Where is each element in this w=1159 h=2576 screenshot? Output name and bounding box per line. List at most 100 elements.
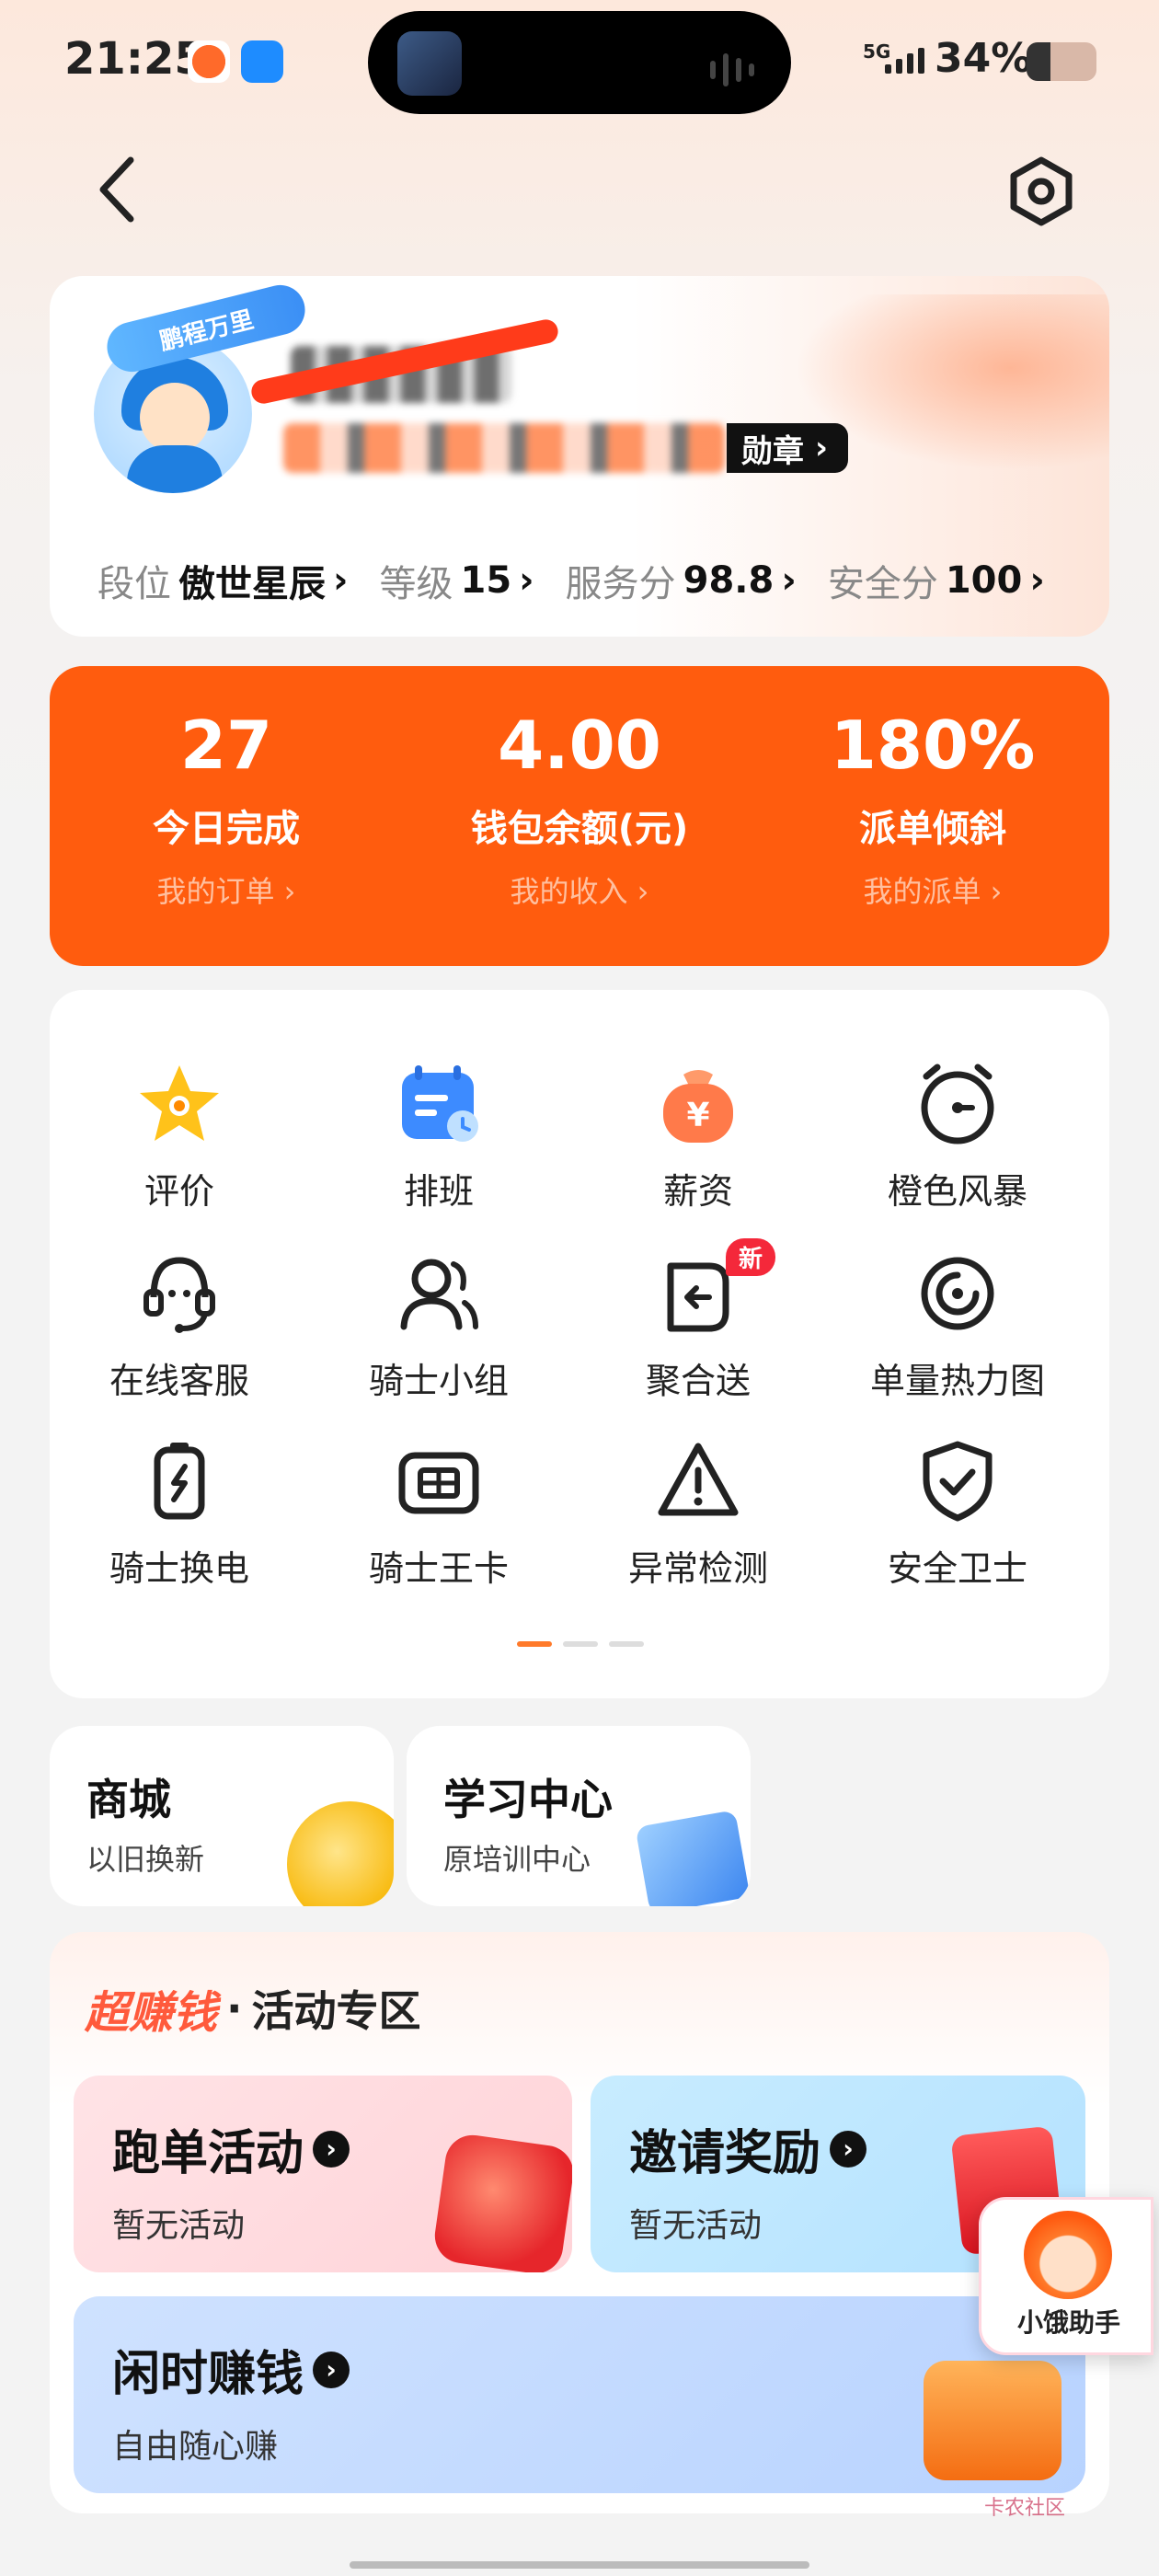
assistant-label: 小饿助手: [1016, 2307, 1120, 2338]
stat-safety-score[interactable]: 安全分 100 ›: [828, 554, 1045, 607]
medal-button[interactable]: 勋章 ›: [727, 423, 849, 473]
battery-icon: [1027, 42, 1096, 81]
signal-icon: [885, 48, 924, 74]
tool-label: 橙色风暴: [887, 1171, 1027, 1212]
redacted-subtitle: [283, 423, 725, 473]
battery-percent: 34%: [935, 35, 1032, 82]
tools-grid: 评价 排班 ¥ 薪资 橙色风暴 在线客服 骑士小组 新 聚合送 单量热力图 骑士…: [50, 990, 1109, 1698]
chevron-right-icon: ›: [1029, 559, 1045, 602]
chevron-right-icon: ›: [781, 559, 797, 602]
home-indicator[interactable]: [350, 2561, 809, 2569]
settings-button[interactable]: [1004, 155, 1078, 228]
summary-link[interactable]: 我的派单 ›: [756, 868, 1109, 911]
coin-icon: [287, 1801, 394, 1906]
assistant-avatar-icon: [1024, 2211, 1112, 2299]
tool-orange-storm[interactable]: 橙色风暴: [828, 1045, 1087, 1220]
tool-label: 评价: [143, 1171, 214, 1212]
tool-label: 骑士王卡: [368, 1548, 509, 1589]
stat-label: 安全分: [827, 563, 938, 605]
calendar-icon: [393, 1058, 485, 1150]
summary-dispatch-boost[interactable]: 180% 派单倾斜 我的派单 ›: [756, 666, 1109, 966]
tool-knight-card[interactable]: 骑士王卡: [309, 1422, 568, 1597]
medal-label: 勋章: [741, 432, 804, 470]
watermark: 卡农社区: [984, 2497, 1066, 2520]
activity-subtitle: 暂无活动: [112, 2207, 246, 2245]
page-indicator: [517, 1641, 644, 1647]
wallet-icon: [924, 2361, 1061, 2480]
summary-label: 钱包余额(元): [470, 808, 689, 850]
tool-label: 单量热力图: [869, 1361, 1045, 1401]
activity-header: 超赚钱 · 活动专区: [85, 1976, 421, 2041]
summary-link[interactable]: 我的订单 ›: [50, 868, 403, 911]
stat-level[interactable]: 等级 15 ›: [379, 554, 534, 607]
chevron-right-icon: ›: [815, 430, 829, 466]
summary-today-completed[interactable]: 27 今日完成 我的订单 ›: [50, 666, 403, 966]
activity-subtitle: 暂无活动: [629, 2207, 763, 2245]
tool-label: 骑士小组: [368, 1361, 509, 1401]
tool-rating[interactable]: 评价: [50, 1045, 309, 1220]
activity-subtitle: 自由随心赚: [112, 2428, 279, 2466]
activity-zone-label: 活动专区: [251, 1986, 421, 2036]
activity-title: 闲时赚钱: [112, 2347, 304, 2402]
red-bag-icon: [430, 2131, 572, 2272]
tool-customer-service[interactable]: 在线客服: [50, 1235, 309, 1409]
book-icon: [635, 1810, 751, 1906]
star-icon: [133, 1058, 225, 1150]
sim-card-icon: [393, 1435, 485, 1527]
activity-run-orders[interactable]: 跑单活动 › 暂无活动: [74, 2076, 572, 2272]
alarm-clock-icon: [912, 1058, 1004, 1150]
profile-card[interactable]: 鹏程万里 勋章 › 段位 傲世星辰 › 等级 15 › 服务分 98.8 › 安…: [50, 276, 1109, 637]
money-bag-icon: ¥: [652, 1058, 744, 1150]
chevron-left-icon: [99, 156, 134, 223]
activity-zone: 超赚钱 · 活动专区 跑单活动 › 暂无活动 邀请奖励 › 暂无活动 闲时赚钱 …: [50, 1932, 1109, 2513]
tool-salary[interactable]: ¥ 薪资: [568, 1045, 828, 1220]
mall-card[interactable]: 商城 以旧换新: [50, 1726, 394, 1906]
profile-stats: 段位 傲世星辰 › 等级 15 › 服务分 98.8 › 安全分 100 ›: [98, 554, 1045, 607]
stat-label: 服务分: [565, 563, 676, 605]
back-button[interactable]: [92, 155, 143, 224]
tool-label: 在线客服: [109, 1361, 249, 1401]
tool-label: 骑士换电: [109, 1548, 249, 1589]
stat-value: 98.8: [683, 559, 775, 602]
shield-check-icon: [912, 1435, 1004, 1527]
assistant-float-button[interactable]: 小饿助手: [979, 2197, 1153, 2355]
study-center-card[interactable]: 学习中心 原培训中心: [407, 1726, 751, 1906]
status-time: 21:25: [64, 33, 205, 85]
tool-anomaly-detection[interactable]: 异常检测: [568, 1422, 828, 1597]
now-playing-thumbnail: [397, 31, 462, 96]
tool-order-heatmap[interactable]: 单量热力图: [828, 1235, 1087, 1409]
activity-idle-earn[interactable]: 闲时赚钱 › 自由随心赚: [74, 2296, 1085, 2493]
tool-schedule[interactable]: 排班: [309, 1045, 568, 1220]
audio-wave-icon: [710, 53, 754, 86]
arrow-right-circle-icon: ›: [313, 2351, 350, 2388]
hexagon-settings-icon: [1010, 156, 1073, 226]
heatmap-target-icon: [912, 1248, 1004, 1340]
tool-knight-group[interactable]: 骑士小组: [309, 1235, 568, 1409]
notification-app-icon: [241, 40, 283, 83]
stat-rank[interactable]: 段位 傲世星辰 ›: [98, 554, 348, 607]
stat-value: 15: [460, 559, 512, 602]
summary-value: 27: [179, 707, 273, 784]
stat-service-score[interactable]: 服务分 98.8 ›: [566, 554, 797, 607]
tool-safety-guard[interactable]: 安全卫士: [828, 1422, 1087, 1597]
tool-label: 薪资: [662, 1171, 733, 1212]
summary-label: 今日完成: [153, 808, 300, 850]
tool-aggregated-delivery[interactable]: 新 聚合送: [568, 1235, 828, 1409]
summary-panel: 27 今日完成 我的订单 › 4.00 钱包余额(元) 我的收入 › 180% …: [50, 666, 1109, 966]
tool-battery-swap[interactable]: 骑士换电: [50, 1422, 309, 1597]
warning-triangle-icon: [652, 1435, 744, 1527]
tool-label: 安全卫士: [887, 1548, 1027, 1589]
notification-app-icon: [188, 40, 230, 83]
arrow-right-circle-icon: ›: [830, 2130, 867, 2168]
chevron-right-icon: ›: [519, 559, 534, 602]
summary-wallet-balance[interactable]: 4.00 钱包余额(元) 我的收入 ›: [403, 666, 756, 966]
dynamic-island: [368, 11, 791, 114]
summary-value: 4.00: [498, 707, 661, 784]
tool-label: 聚合送: [645, 1361, 751, 1401]
merge-delivery-icon: 新: [652, 1238, 775, 1340]
stat-label: 段位: [98, 563, 171, 605]
summary-link[interactable]: 我的收入 ›: [403, 868, 756, 911]
stat-label: 等级: [379, 563, 453, 605]
tool-label: 排班: [403, 1171, 474, 1212]
tool-label: 异常检测: [627, 1548, 768, 1589]
